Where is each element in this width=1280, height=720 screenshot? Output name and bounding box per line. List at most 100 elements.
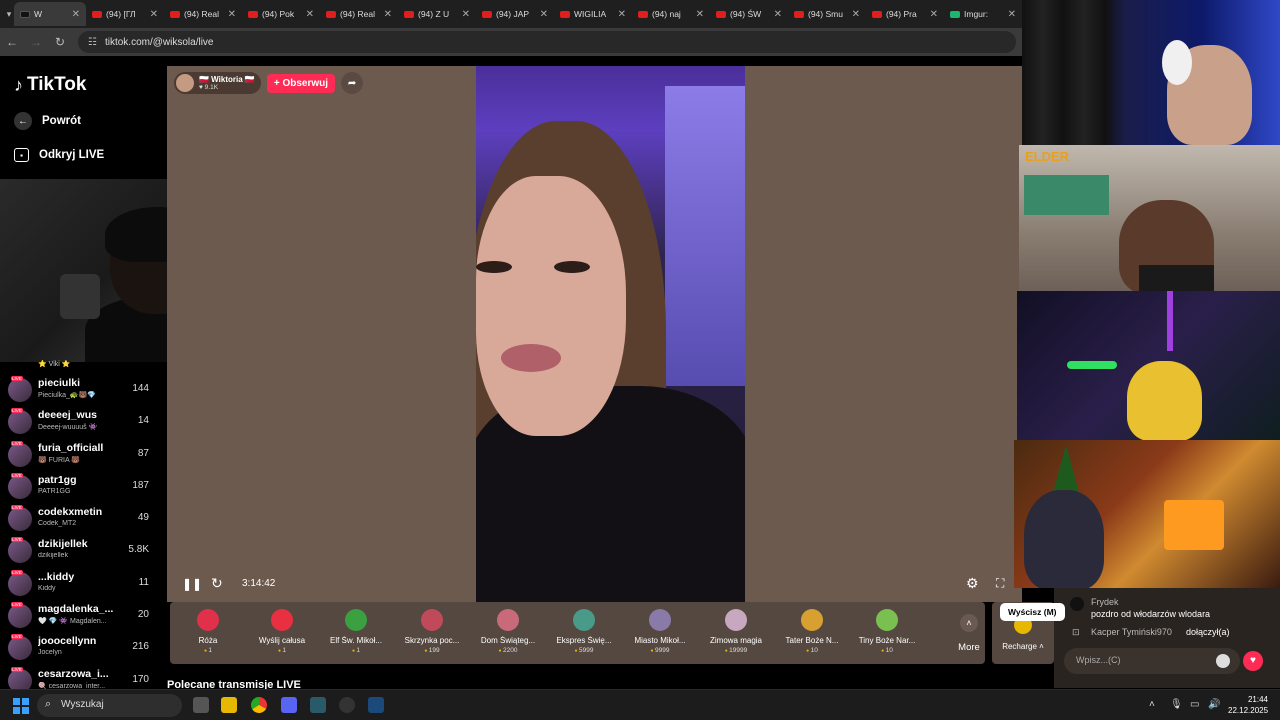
browser-tab[interactable]: (94) Smu ✕ xyxy=(788,2,866,26)
taskbar-clock[interactable]: 21:44 22.12.2025 xyxy=(1228,694,1268,716)
gift-item[interactable]: Dom Świąteg... 2200 xyxy=(472,607,544,662)
gift-item[interactable]: Skrzynka poc... 199 xyxy=(396,607,468,662)
site-info-icon[interactable]: ☷ xyxy=(88,37,97,48)
host-avatar[interactable] xyxy=(176,74,194,92)
tab-title: (94) naj xyxy=(652,9,681,19)
browser-tab[interactable]: (94) naj ✕ xyxy=(632,2,710,26)
chat-input[interactable]: Wpisz...(C) xyxy=(1064,648,1240,674)
close-tab-icon[interactable]: ✕ xyxy=(462,9,470,20)
browser-tab[interactable]: (94) Real ✕ xyxy=(164,2,242,26)
file-explorer-icon[interactable] xyxy=(221,697,237,713)
followed-account-row[interactable]: LIVE furia_officiall 🐻 FURIA 🐻 87 xyxy=(0,438,167,470)
gift-item[interactable]: Miasto Mikoł... 9999 xyxy=(624,607,696,662)
followed-account-row[interactable]: LIVE jooocellynn Jocelyn 216 xyxy=(0,631,167,663)
viewer-count: 11 xyxy=(138,576,149,588)
close-tab-icon[interactable]: ✕ xyxy=(150,9,158,20)
settings-gear-icon[interactable]: ⚙ xyxy=(966,575,979,592)
browser-tab[interactable]: (94) Real ✕ xyxy=(320,2,398,26)
steam-icon[interactable] xyxy=(368,697,384,713)
viewer-count: 14 xyxy=(137,415,149,427)
chat-join-username[interactable]: Kacper Tymiński970 xyxy=(1091,627,1172,637)
gift-item[interactable]: Elf Św. Mikoł... 1 xyxy=(320,607,392,662)
reload-button[interactable]: ↻ xyxy=(48,35,72,49)
close-tab-icon[interactable]: ✕ xyxy=(72,9,80,20)
tab-search-button[interactable]: ▾ xyxy=(4,4,14,24)
account-name: ...kiddy xyxy=(38,570,75,583)
mute-tooltip: Wyścisz (M) xyxy=(1000,603,1065,621)
nav-back[interactable]: ← Powrót xyxy=(14,112,81,130)
account-name: furia_officiall xyxy=(38,441,104,454)
close-tab-icon[interactable]: ✕ xyxy=(930,9,938,20)
followed-account-row[interactable]: LIVE magdalenka_... 🤍 💎 👾 Magdalen... 20 xyxy=(0,599,167,631)
close-tab-icon[interactable]: ✕ xyxy=(618,9,626,20)
browser-tab[interactable]: (94) JAP ✕ xyxy=(476,2,554,26)
app-icon[interactable] xyxy=(310,697,326,713)
forward-button[interactable]: → xyxy=(24,35,48,49)
followed-account-row[interactable]: LIVE dzikijellek dzikijellek 5.8K xyxy=(0,534,167,566)
discord-icon[interactable] xyxy=(281,697,297,713)
tray-chevron-icon[interactable]: ˄ xyxy=(1149,699,1155,710)
task-view-icon[interactable] xyxy=(193,697,209,713)
windows-start-icon[interactable] xyxy=(13,698,29,714)
url-input[interactable]: ☷ tiktok.com/@wiksola/live xyxy=(78,31,1016,53)
close-tab-icon[interactable]: ✕ xyxy=(540,9,548,20)
followed-account-row[interactable]: LIVE codekxmetin Codek_MT2 49 xyxy=(0,502,167,534)
follow-button[interactable]: + Obserwuj xyxy=(266,73,336,93)
gift-item[interactable]: Tiny Boże Nar... 10 xyxy=(851,607,923,662)
account-nickname: Codek_MT2 xyxy=(38,520,77,528)
tiktok-logo[interactable]: ♪ TikTok xyxy=(14,74,86,96)
obs-icon[interactable] xyxy=(339,697,355,713)
close-tab-icon[interactable]: ✕ xyxy=(306,9,314,20)
live-player[interactable] xyxy=(167,66,1022,602)
heart-like-icon[interactable]: ♥ xyxy=(1243,651,1263,671)
microphone-tray-icon[interactable]: 🎙 xyxy=(1170,699,1183,710)
chrome-icon[interactable] xyxy=(251,697,267,713)
gift-item[interactable]: Ekspres Świę... 5999 xyxy=(548,607,620,662)
tab-list: W ✕ (94) [ГЛ ✕ (94) Real ✕ (94) Pok ✕ (94) Real ✕… xyxy=(14,2,1022,26)
gift-item[interactable]: Róża 1 xyxy=(172,607,244,662)
close-tab-icon[interactable]: ✕ xyxy=(384,9,392,20)
partial-account-sub: ⭐ Viki ⭐ xyxy=(38,361,71,368)
close-tab-icon[interactable]: ✕ xyxy=(852,9,860,20)
browser-tab[interactable]: (94) Pra ✕ xyxy=(866,2,944,26)
live-video[interactable] xyxy=(476,66,745,602)
pause-icon[interactable]: ❚❚ xyxy=(182,577,202,591)
close-tab-icon[interactable]: ✕ xyxy=(774,9,782,20)
host-profile-pill[interactable]: 🇵🇱 Wiktoria 🇵🇱 ♥ 9.1K xyxy=(174,72,261,94)
fullscreen-icon[interactable]: ⛶ xyxy=(996,576,1004,591)
followed-account-row[interactable]: LIVE deeeej_wus Deeeej-wuuuuš 👾 14 xyxy=(0,405,167,437)
gift-item[interactable]: Wyślij całusa 1 xyxy=(246,607,318,662)
account-nickname: Deeeej-wuuuuš 👾 xyxy=(38,424,98,432)
followed-account-row[interactable]: LIVE patr1gg PATR1GG 187 xyxy=(0,470,167,502)
more-gifts-button[interactable]: ˄ More xyxy=(952,614,986,653)
share-icon[interactable]: ➦ xyxy=(341,72,364,94)
browser-tab[interactable]: (94) Pok ✕ xyxy=(242,2,320,26)
viewer-count: 87 xyxy=(137,447,149,459)
refresh-icon[interactable]: ↻ xyxy=(211,575,223,592)
recharge-label: Recharge ˄ xyxy=(1002,642,1044,651)
close-tab-icon[interactable]: ✕ xyxy=(1008,9,1016,20)
chat-username[interactable]: Frydek xyxy=(1091,597,1119,607)
tiktok-logo-text: TikTok xyxy=(27,74,87,95)
browser-tab[interactable]: W ✕ xyxy=(14,2,86,26)
browser-tab[interactable]: WIGILIA ✕ xyxy=(554,2,632,26)
network-icon[interactable]: ▭ xyxy=(1190,699,1199,710)
nav-discover-live[interactable]: ▪ Odkryj LIVE xyxy=(14,148,104,162)
close-tab-icon[interactable]: ✕ xyxy=(228,9,236,20)
browser-tab[interactable]: (94) ŚW ✕ xyxy=(710,2,788,26)
emoji-icon[interactable] xyxy=(1216,654,1230,668)
browser-tab[interactable]: Imgur: ✕ xyxy=(944,2,1022,26)
gift-item[interactable]: Tater Boże N... 10 xyxy=(776,607,848,662)
volume-tray-icon[interactable]: 🔊 xyxy=(1208,699,1220,710)
browser-tab[interactable]: (94) Z U ✕ xyxy=(398,2,476,26)
followed-account-row[interactable]: LIVE pieciulki Pieciulka_🐢🐻💎 144 xyxy=(0,373,167,405)
taskbar-search[interactable]: ⌕ Wyszukaj xyxy=(37,694,182,717)
followed-account-row[interactable]: LIVE ...kiddy Kiddy 11 xyxy=(0,567,167,599)
live-badge-icon: LIVE xyxy=(11,472,23,478)
browser-tab[interactable]: (94) [ГЛ ✕ xyxy=(86,2,164,26)
back-button[interactable]: ← xyxy=(0,35,24,49)
youtube-favicon-icon xyxy=(872,10,882,18)
gift-item[interactable]: Zimowa magia 19999 xyxy=(700,607,772,662)
gift-price: 10 xyxy=(851,647,923,654)
close-tab-icon[interactable]: ✕ xyxy=(696,9,704,20)
